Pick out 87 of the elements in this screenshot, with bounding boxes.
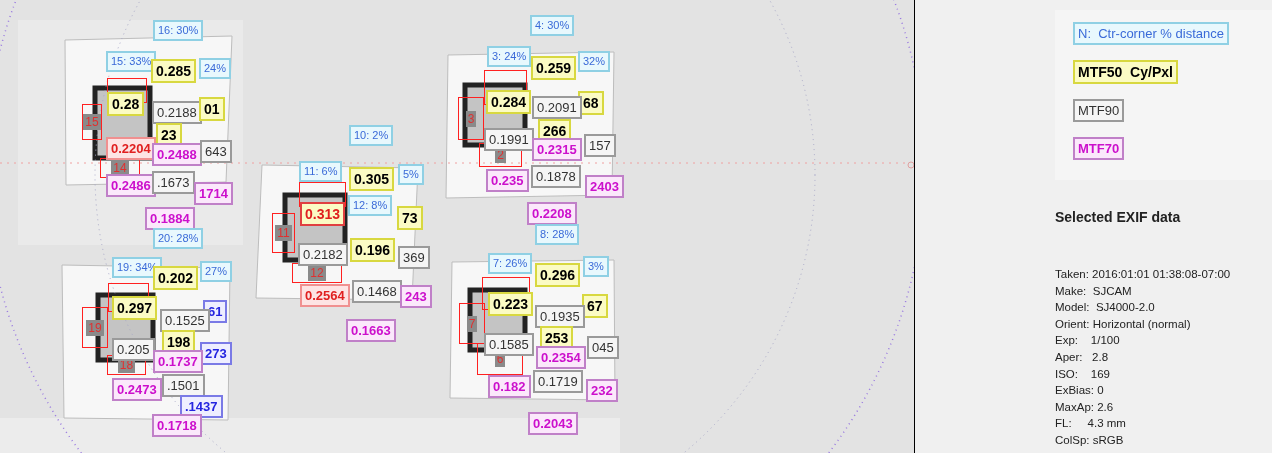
mtf50-label: 0.297: [112, 296, 158, 320]
distance-label: 11: 6%: [299, 161, 343, 182]
mtf90-label: 0.205: [112, 338, 155, 361]
mtf70-label: 0.1718: [152, 414, 202, 437]
mtf90-label: 0.1991: [484, 128, 534, 151]
distance-label: 16: 30%: [153, 20, 204, 41]
mtf70-label: 0.1884: [145, 207, 195, 230]
mtf90-label: .1501: [162, 374, 205, 397]
mtf70-label: 0.2315: [532, 138, 582, 161]
mtf90-label: 0.2091: [532, 96, 582, 119]
mtf70-label: 0.182: [488, 375, 531, 398]
legend-entry: N: Ctr-corner % distance: [1073, 22, 1229, 45]
mtf70-label: 0.2473: [112, 378, 162, 401]
mtf70-label: 0.2564: [300, 284, 350, 307]
mtf90-label: 369: [398, 246, 430, 269]
exif-line: Model: SJ4000-2.0: [1055, 300, 1156, 316]
distance-label: 5%: [398, 164, 424, 185]
mtf70-label: 0.2354: [536, 346, 586, 369]
mtf90-label: 045: [587, 336, 619, 359]
mtf50-label: 67: [582, 294, 608, 318]
exif-line: FL: 4.3 mm: [1055, 416, 1127, 432]
mtf90-label: 0.1585: [484, 333, 534, 356]
mtf90-label: 0.1878: [531, 165, 581, 188]
exif-line: ExBias: 0: [1055, 383, 1105, 399]
distance-label: 32%: [578, 51, 611, 72]
mtf70-label: 0.2043: [528, 412, 578, 435]
mtf70-label: 0.1737: [153, 350, 203, 373]
distance-label: 24%: [199, 58, 232, 79]
mtf50-label: 0.284: [486, 90, 532, 114]
exif-line: Orient: Horizontal (normal): [1055, 316, 1192, 332]
distance-label: 15: 33%: [106, 51, 157, 72]
mtf-label: 273: [200, 342, 232, 365]
mtf90-label: .1673: [152, 171, 195, 194]
mtf70-label: 1714: [194, 182, 233, 205]
mtf90-label: 0.1525: [160, 309, 210, 332]
mtf50-label: 0.259: [531, 56, 577, 80]
roi-number: 11: [275, 225, 292, 241]
distance-label: 27%: [200, 261, 233, 282]
mtf70-label: 2403: [585, 175, 624, 198]
mtf90-label: 157: [584, 134, 616, 157]
legend-entry: MTF70: [1073, 137, 1125, 160]
mtf50-label: 0.285: [151, 59, 197, 83]
exif-line: Exp: 1/100: [1055, 333, 1121, 349]
legend-entry: MTF90: [1073, 99, 1125, 122]
mtf70-label: 0.1663: [346, 319, 396, 342]
mtf50-label: 0.196: [350, 238, 396, 262]
center-marker: [907, 161, 914, 169]
mtf50-label: 0.223: [488, 292, 534, 316]
mtf50-label: 0.28: [107, 92, 145, 116]
legend-entry: MTF50 Cy/Pxl: [1073, 60, 1178, 84]
exif-line: Taken: 2016:01:01 01:38:08-07:00: [1055, 267, 1232, 282]
mtf50-label: 0.305: [349, 167, 395, 191]
exif-line: ColSp: sRGB: [1055, 432, 1125, 448]
exif-line: Aper: 2.8: [1055, 349, 1110, 365]
mtf90-label: 643: [200, 140, 232, 163]
mtf50-label: 01: [199, 97, 225, 121]
mtf90-label: 0.2188: [152, 101, 202, 124]
distance-label: 10: 2%: [349, 125, 394, 146]
mtf50-label: 0.313: [300, 202, 346, 226]
mtf70-label: 0.2488: [152, 143, 202, 166]
exif-title: Selected EXIF data: [1055, 208, 1182, 227]
roi-number: 15: [83, 114, 101, 130]
mtf50-label: 0.296: [535, 263, 581, 287]
roi-number: 3: [465, 110, 477, 127]
mtf90-label: 0.1935: [535, 305, 585, 328]
distance-label: 12: 8%: [348, 195, 393, 216]
distance-label: 4: 30%: [530, 15, 575, 36]
mtf70-label: 0.2208: [527, 202, 577, 225]
mtf70-label: 243: [400, 285, 432, 308]
distance-label: 20: 28%: [153, 228, 204, 249]
distance-label: 8: 28%: [535, 224, 580, 245]
roi-number: 7: [466, 315, 478, 332]
mtf90-label: 0.2182: [298, 243, 348, 266]
mtf90-label: 0.1719: [533, 370, 583, 393]
distance-label: 7: 26%: [488, 253, 533, 274]
exif-line: MaxAp: 2.6: [1055, 399, 1115, 415]
distance-label: 3%: [583, 256, 609, 277]
mtf70-label: 0.2204: [106, 137, 156, 160]
mtf70-label: 232: [586, 379, 618, 402]
mtf-label: .1437: [180, 395, 223, 418]
mtf70-label: 0.235: [486, 169, 529, 192]
distance-label: 3: 24%: [487, 46, 532, 67]
mtf50-label: 73: [397, 206, 423, 230]
exif-line: Make: SJCAM: [1055, 283, 1133, 299]
mtf70-label: 0.2486: [106, 174, 156, 197]
mtf90-label: 0.1468: [352, 280, 402, 303]
exif-line: ISO: 169: [1055, 366, 1111, 382]
